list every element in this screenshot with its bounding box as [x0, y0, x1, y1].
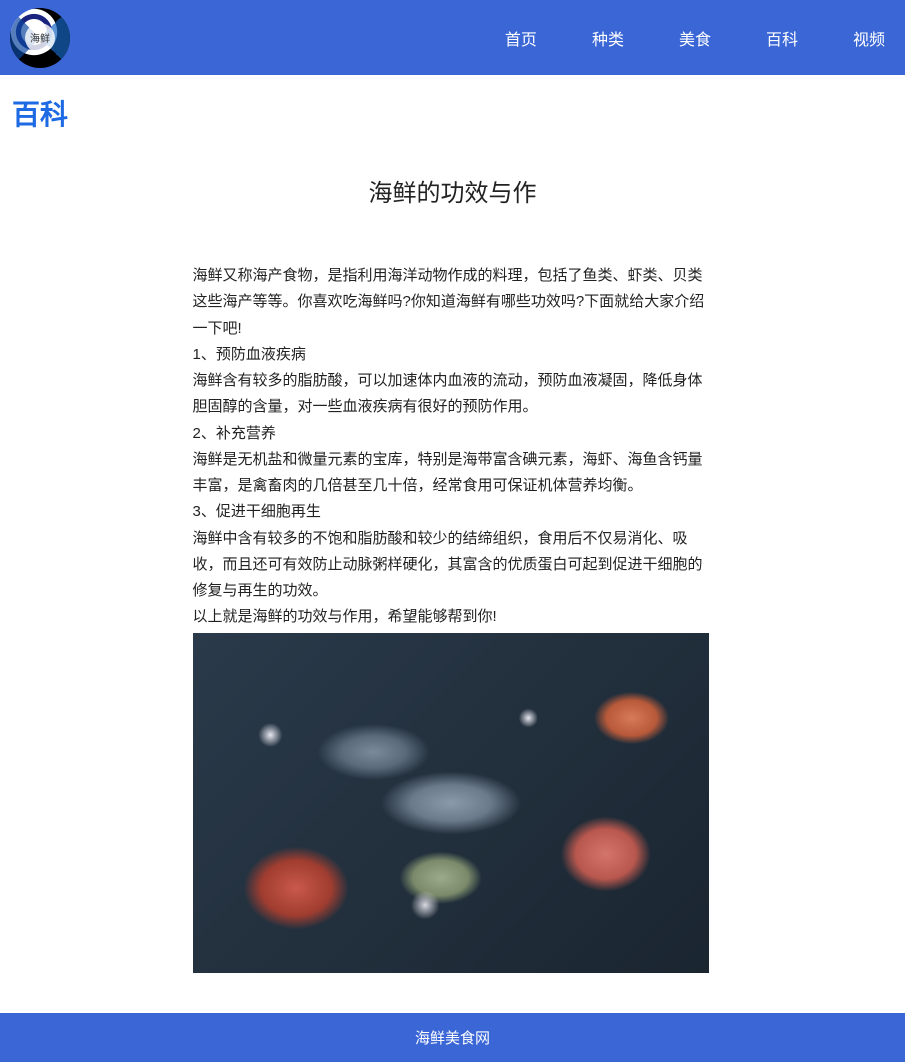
article-image-seafood — [193, 633, 709, 973]
article-paragraph: 海鲜含有较多的脂肪酸，可以加速体内血液的流动，预防血液凝固，降低身体胆固醇的含量… — [193, 368, 713, 421]
footer-text: 海鲜美食网 — [415, 1030, 490, 1047]
main-nav: 首页 种类 美食 百科 视频 — [505, 26, 895, 50]
nav-encyclopedia[interactable]: 百科 — [766, 26, 798, 50]
page-title: 百科 — [0, 75, 905, 143]
article-paragraph: 海鲜是无机盐和微量元素的宝库，特别是海带富含碘元素，海虾、海鱼含钙量丰富，是禽畜… — [193, 447, 713, 500]
article-paragraph: 海鲜中含有较多的不饱和脂肪酸和较少的结缔组织，食用后不仅易消化、吸收，而且还可有… — [193, 526, 713, 605]
article-paragraph: 海鲜又称海产食物，是指利用海洋动物作成的料理，包括了鱼类、虾类、贝类这些海产等等… — [193, 263, 713, 342]
nav-category[interactable]: 种类 — [592, 26, 624, 50]
article-title: 海鲜的功效与作 — [193, 173, 713, 208]
nav-food[interactable]: 美食 — [679, 26, 711, 50]
article-paragraph: 2、补充营养 — [193, 421, 713, 447]
article-body: 海鲜又称海产食物，是指利用海洋动物作成的料理，包括了鱼类、虾类、贝类这些海产等等… — [193, 263, 713, 631]
site-logo[interactable] — [10, 8, 70, 68]
site-footer: 海鲜美食网 — [0, 1013, 905, 1062]
article-paragraph: 以上就是海鲜的功效与作用，希望能够帮到你! — [193, 604, 713, 630]
nav-home[interactable]: 首页 — [505, 26, 537, 50]
article-paragraph: 3、促进干细胞再生 — [193, 499, 713, 525]
nav-video[interactable]: 视频 — [853, 26, 885, 50]
article-paragraph: 1、预防血液疾病 — [193, 342, 713, 368]
article: 海鲜的功效与作 海鲜又称海产食物，是指利用海洋动物作成的料理，包括了鱼类、虾类、… — [183, 173, 723, 973]
site-header: 首页 种类 美食 百科 视频 — [0, 0, 905, 75]
